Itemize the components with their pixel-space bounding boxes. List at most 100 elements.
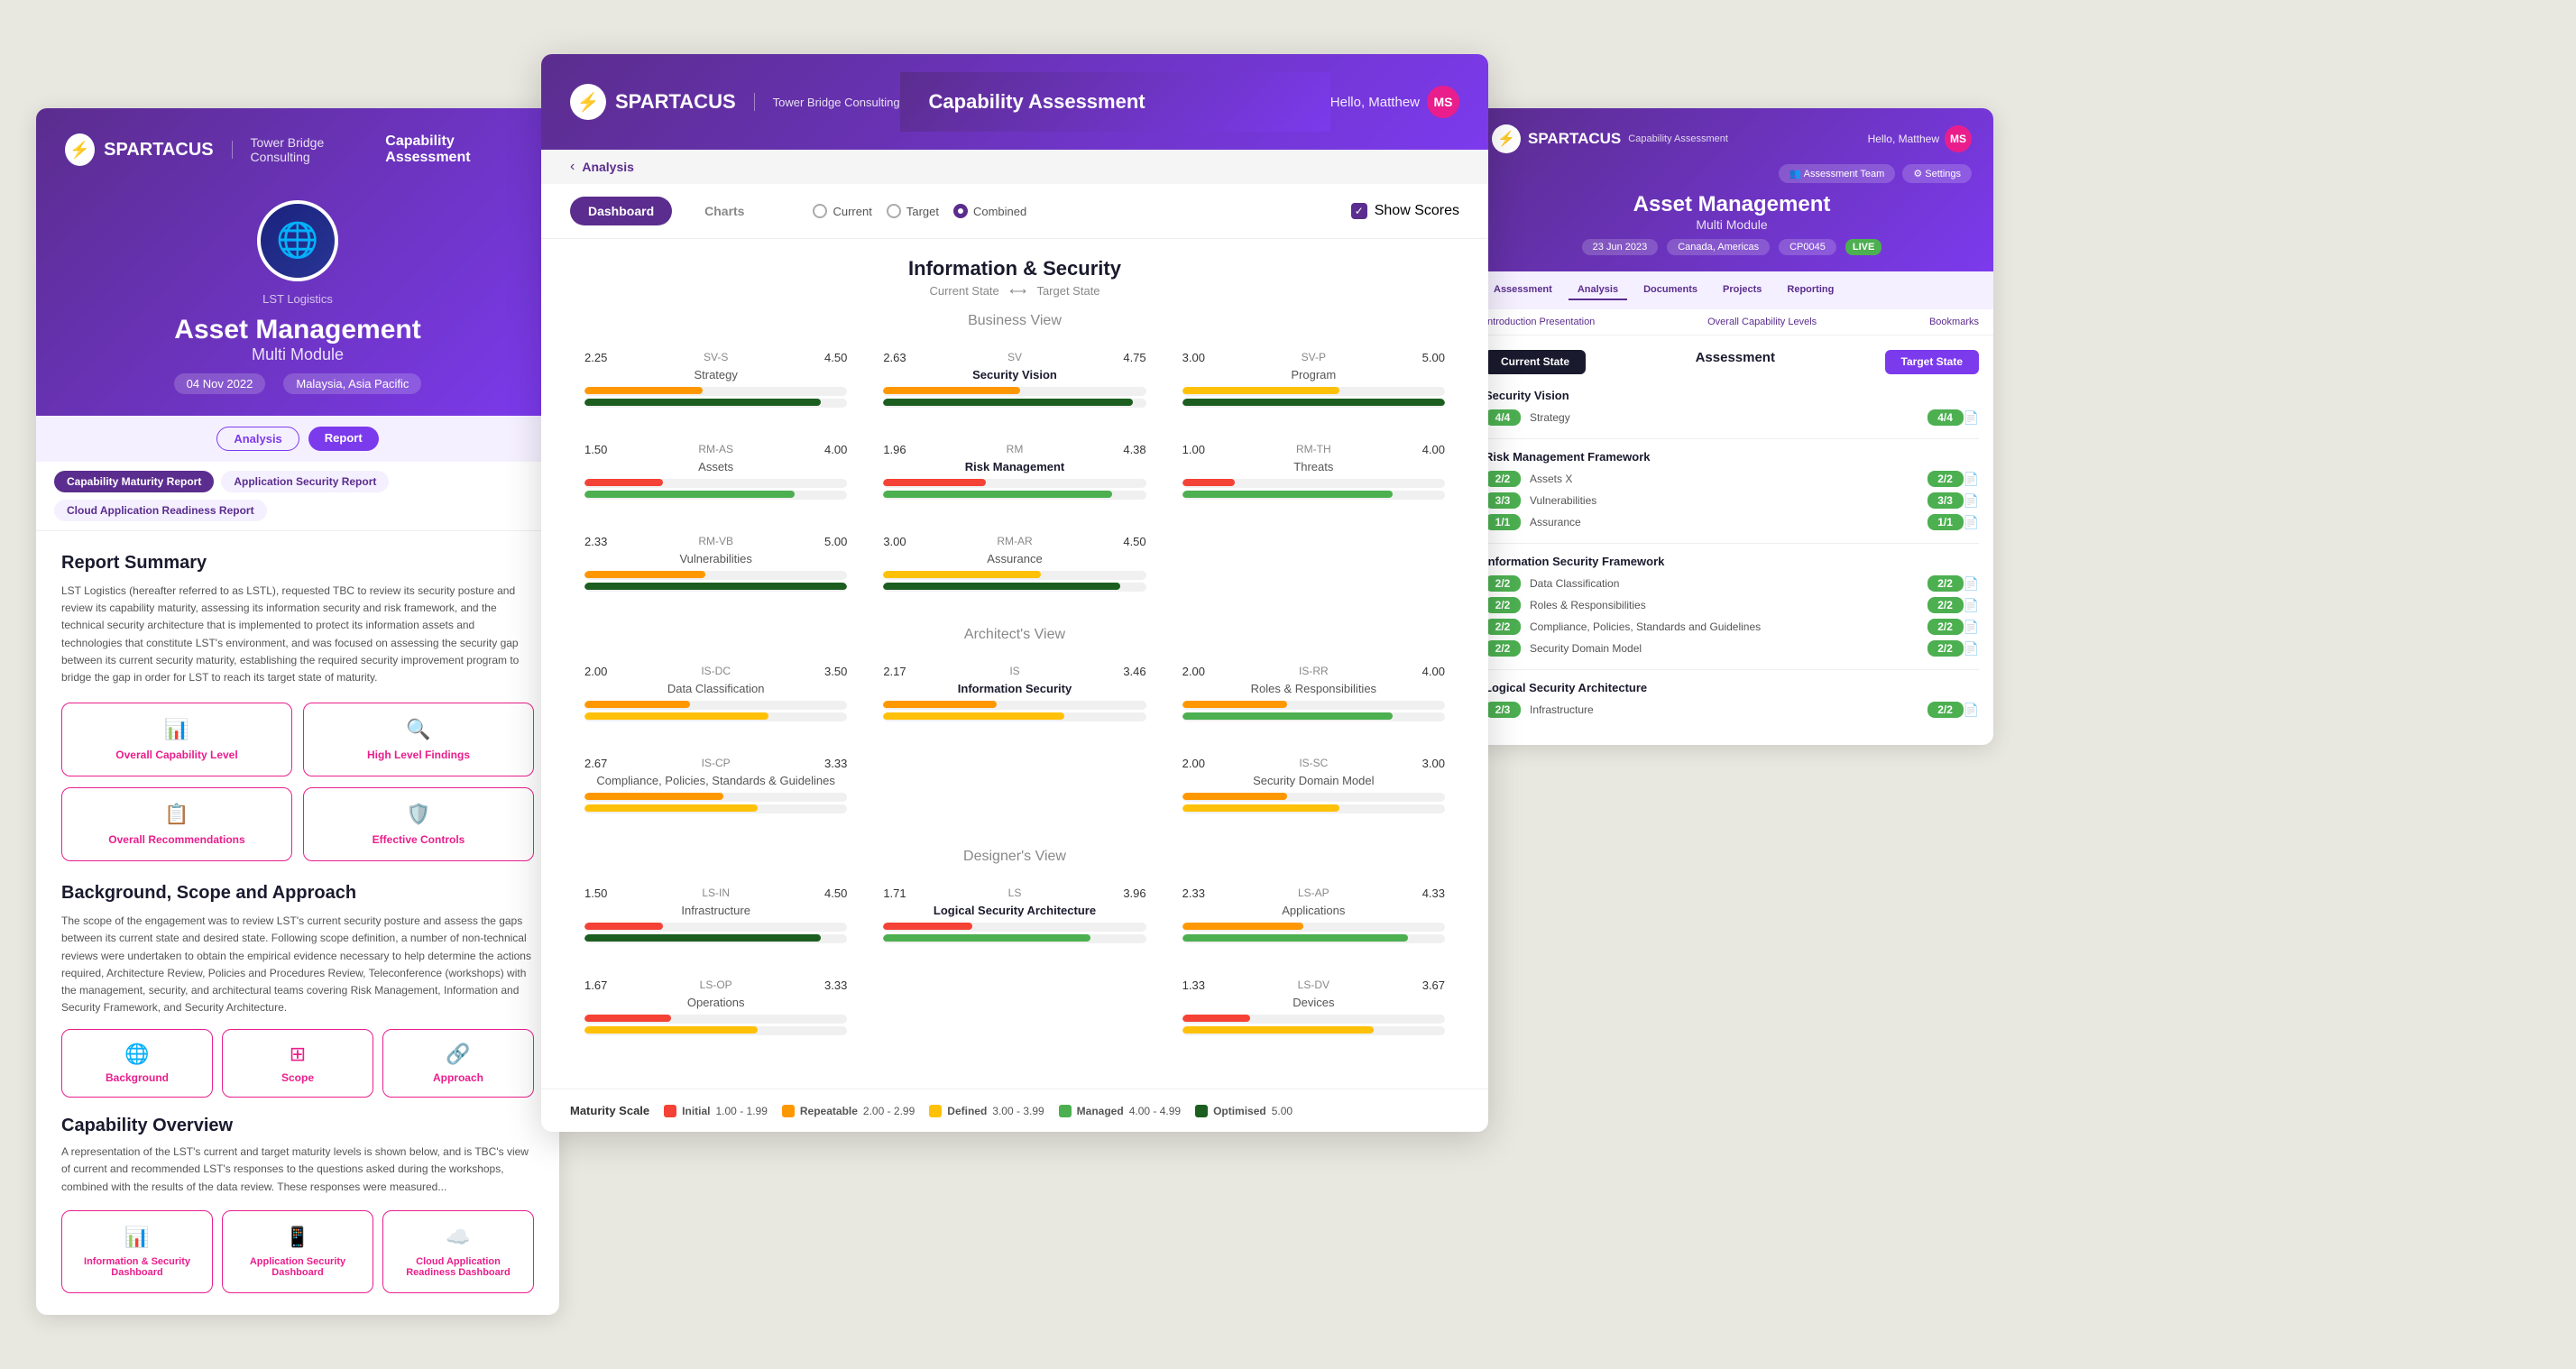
- nav-analysis-left[interactable]: Analysis: [216, 427, 299, 451]
- data-class-name: Data Classification: [1530, 577, 1918, 590]
- info-security-dash-btn[interactable]: 📊 Information & Security Dashboard: [61, 1210, 213, 1293]
- right-nav-projects[interactable]: Projects: [1714, 280, 1771, 300]
- hello-right: Hello, Matthew: [1868, 133, 1939, 145]
- maturity-managed-range: 4.00 - 4.99: [1129, 1105, 1181, 1117]
- cloud-dash-btn[interactable]: ☁️ Cloud Application Readiness Dashboard: [382, 1210, 534, 1293]
- assets-cs-score: 2/2: [1485, 471, 1521, 487]
- radio-target[interactable]: Target: [887, 204, 939, 218]
- left-header: ⚡ SPARTACUS Tower Bridge Consulting Capa…: [36, 108, 559, 416]
- capability-overview-text: A representation of the LST's current an…: [61, 1144, 534, 1196]
- maturity-initial-label: Initial: [682, 1105, 710, 1117]
- maturity-initial: Initial 1.00 - 1.99: [664, 1105, 768, 1117]
- assets-doc-icon[interactable]: 📄: [1964, 472, 1979, 487]
- radio-target-label: Target: [906, 205, 939, 218]
- bg-card[interactable]: 🌐 Background: [61, 1029, 213, 1098]
- left-region-badge: Malaysia, Asia Pacific: [283, 373, 421, 394]
- scope-card[interactable]: ⊞ Scope: [222, 1029, 373, 1098]
- architects-view-section: Architect's View 2.00IS-DC3.50 Data Clas…: [570, 627, 1459, 827]
- assurance-ts-score: 1/1: [1927, 514, 1964, 530]
- show-scores-checkbox[interactable]: ✓: [1351, 203, 1367, 219]
- nav-report-left[interactable]: Report: [308, 427, 379, 451]
- bg-scope-text: The scope of the engagement was to revie…: [61, 913, 534, 1016]
- right-panel-subtitle: Multi Module: [1492, 217, 1972, 232]
- assess-item-assurance: 1/1 Assurance 1/1 📄: [1485, 514, 1979, 530]
- strategy-cs-score: 4/4: [1485, 409, 1521, 426]
- left-date-badge: 04 Nov 2022: [174, 373, 266, 394]
- live-badge: LIVE: [1845, 239, 1881, 255]
- spartacus-brand-center: SPARTACUS: [615, 90, 736, 114]
- info-security-dash-icon: 📊: [124, 1226, 149, 1249]
- center-divider: [754, 93, 755, 111]
- maturity-defined-label: Defined: [947, 1105, 987, 1117]
- main-chart-subtitle: Current State ⟷ Target State: [570, 284, 1459, 299]
- group-info-security: Information Security Framework 2/2 Data …: [1485, 555, 1979, 657]
- center-content: Information & Security Current State ⟷ T…: [541, 239, 1488, 1089]
- app-security-dash-icon: 📱: [285, 1226, 309, 1249]
- center-cap-title: Capability Assessment: [900, 72, 1330, 132]
- assessment-team-btn[interactable]: 👥 Assessment Team: [1779, 164, 1896, 183]
- back-arrow-icon[interactable]: ‹: [570, 159, 575, 175]
- analysis-link[interactable]: Analysis: [582, 160, 634, 174]
- maturity-optimised-dot: [1195, 1105, 1208, 1117]
- assurance-doc-icon[interactable]: 📄: [1964, 515, 1979, 530]
- risk-management-group-title: Risk Management Framework: [1485, 450, 1979, 464]
- infra-doc-icon[interactable]: 📄: [1964, 703, 1979, 718]
- right-nav-documents[interactable]: Documents: [1634, 280, 1707, 300]
- architect-metrics-grid: 2.00IS-DC3.50 Data Classification 2.17IS…: [570, 654, 1459, 827]
- right-nav-analysis[interactable]: Analysis: [1569, 280, 1627, 300]
- current-state-label: Current State: [929, 284, 998, 298]
- group-risk-management: Risk Management Framework 2/2 Assets X 2…: [1485, 450, 1979, 530]
- radio-current[interactable]: Current: [813, 204, 871, 218]
- left-panel: ⚡ SPARTACUS Tower Bridge Consulting Capa…: [36, 108, 559, 1315]
- left-panel-title: Asset Management: [65, 315, 530, 345]
- tab-dashboard[interactable]: Dashboard: [570, 197, 672, 225]
- tab-charts[interactable]: Charts: [686, 197, 762, 225]
- tab-cloud-readiness[interactable]: Cloud Application Readiness Report: [54, 500, 267, 521]
- quick-link-findings[interactable]: 🔍 High Level Findings: [303, 703, 534, 776]
- tab-capability-maturity[interactable]: Capability Maturity Report: [54, 471, 214, 492]
- overall-capability-link[interactable]: Overall Capability Levels: [1707, 317, 1817, 327]
- metric-ls-dv: 1.33LS-DV3.67 Devices: [1168, 968, 1459, 1049]
- center-tabs-bar: Dashboard Charts Current Target Combined…: [541, 184, 1488, 239]
- bookmarks-link[interactable]: Bookmarks: [1929, 317, 1979, 327]
- data-class-doc-icon[interactable]: 📄: [1964, 576, 1979, 592]
- right-nav-assessment[interactable]: Assessment: [1485, 280, 1561, 300]
- metric-rm-as: 1.50RM-AS4.00 Assets: [570, 432, 861, 513]
- strategy-doc-icon[interactable]: 📄: [1964, 410, 1979, 426]
- security-domain-cs-score: 2/2: [1485, 640, 1521, 657]
- quick-link-capability[interactable]: 📊 Overall Capability Level: [61, 703, 292, 776]
- settings-btn[interactable]: ⚙ Settings: [1902, 164, 1972, 183]
- right-nav-reporting[interactable]: Reporting: [1778, 280, 1843, 300]
- maturity-scale-label: Maturity Scale: [570, 1104, 649, 1117]
- center-logo-section: ⚡ SPARTACUS Tower Bridge Consulting: [570, 84, 900, 120]
- data-class-ts-score: 2/2: [1927, 575, 1964, 592]
- assess-item-assets: 2/2 Assets X 2/2 📄: [1485, 471, 1979, 487]
- quick-link-recommendations[interactable]: 📋 Overall Recommendations: [61, 787, 292, 861]
- cloud-dash-icon: ☁️: [446, 1226, 470, 1249]
- maturity-repeatable: Repeatable 2.00 - 2.99: [782, 1105, 915, 1117]
- compliance-doc-icon[interactable]: 📄: [1964, 620, 1979, 635]
- analysis-bar: ‹ Analysis: [541, 150, 1488, 184]
- compliance-ts-score: 2/2: [1927, 619, 1964, 635]
- divider-2: [1485, 543, 1979, 544]
- cap-assessment-left: Capability Assessment: [385, 133, 530, 166]
- metric-ls-op: 1.67LS-OP3.33 Operations: [570, 968, 861, 1049]
- vulns-doc-icon[interactable]: 📄: [1964, 493, 1979, 509]
- radio-combined[interactable]: Combined: [953, 204, 1026, 218]
- state-badges-row: Current State Assessment Target State: [1485, 350, 1979, 374]
- roles-doc-icon[interactable]: 📄: [1964, 598, 1979, 613]
- tab-app-security[interactable]: Application Security Report: [221, 471, 389, 492]
- app-security-dash-btn[interactable]: 📱 Application Security Dashboard: [222, 1210, 373, 1293]
- intro-presentation-link[interactable]: Introduction Presentation: [1485, 317, 1595, 327]
- radio-current-label: Current: [833, 205, 871, 218]
- security-domain-doc-icon[interactable]: 📄: [1964, 641, 1979, 657]
- cloud-dash-label: Cloud Application Readiness Dashboard: [391, 1256, 526, 1278]
- architects-view-title: Architect's View: [570, 627, 1459, 643]
- infra-name: Infrastructure: [1530, 703, 1918, 716]
- approach-icon: 🔗: [446, 1043, 470, 1066]
- findings-label: High Level Findings: [367, 749, 470, 761]
- compliance-name: Compliance, Policies, Standards and Guid…: [1530, 620, 1918, 633]
- background-icon: 🌐: [124, 1043, 149, 1066]
- quick-link-controls[interactable]: 🛡️ Effective Controls: [303, 787, 534, 861]
- approach-card[interactable]: 🔗 Approach: [382, 1029, 534, 1098]
